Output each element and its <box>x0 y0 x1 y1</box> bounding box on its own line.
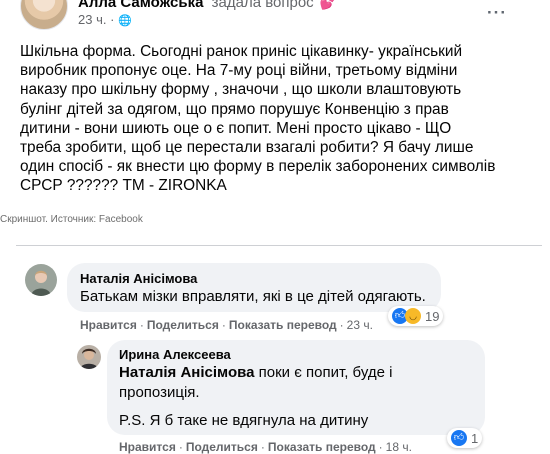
divider <box>16 245 542 246</box>
like-link[interactable]: Нравится <box>119 440 176 454</box>
share-link[interactable]: Поделиться <box>147 318 219 332</box>
reply-actions: Нравится · Поделиться · Показать перевод · 18 … <box>119 440 412 454</box>
post-header: Алла Саможська задала вопрос 💕 23 ч. · 🌐… <box>0 0 550 40</box>
reply-reactions[interactable]: 👍︎ 1 <box>447 428 483 448</box>
translate-link[interactable]: Показать перевод <box>229 318 337 332</box>
mention-link[interactable]: Наталія Анісімова <box>119 364 254 381</box>
commenter-avatar[interactable] <box>25 264 57 296</box>
globe-icon: 🌐 <box>118 15 132 27</box>
author-line: Алла Саможська задала вопрос 💕 <box>78 0 336 11</box>
share-link[interactable]: Поделиться <box>186 440 258 454</box>
reply-avatar[interactable] <box>77 345 101 369</box>
post-action-text: задала вопрос <box>211 0 314 11</box>
comment-actions: Нравится · Поделиться · Показать перевод · 23 … <box>80 318 373 332</box>
reply-text: Наталія Анісімова поки є попит, буде і п… <box>119 363 449 403</box>
reaction-count: 1 <box>471 430 479 446</box>
post-meta: 23 ч. · 🌐 <box>78 12 132 27</box>
like-reaction-icon: 👍︎ <box>451 430 467 446</box>
comment-time[interactable]: 23 ч. <box>347 318 373 332</box>
post-time[interactable]: 23 ч. <box>78 12 106 27</box>
comment-reactions[interactable]: 👍︎ ◡ 19 <box>388 306 444 326</box>
like-link[interactable]: Нравится <box>80 318 137 332</box>
more-options-button[interactable]: ··· <box>487 3 507 23</box>
comment-time[interactable]: 18 ч. <box>386 440 412 454</box>
screenshot-caption: Скриншот. Источник: Facebook <box>0 214 143 225</box>
translate-link[interactable]: Показать перевод <box>268 440 376 454</box>
heart-icon: 💕 <box>319 0 337 10</box>
author-avatar[interactable] <box>20 0 68 30</box>
comment-text: Батькам мізки вправляти, які в це дітей … <box>80 288 426 305</box>
reply-ps-text: P.S. Я б таке не вдягнула на дитину <box>119 412 369 429</box>
haha-reaction-icon: ◡ <box>405 308 421 324</box>
author-name[interactable]: Алла Саможська <box>78 0 203 11</box>
reaction-count: 19 <box>425 308 440 324</box>
reply-author[interactable]: Ирина Алексеева <box>119 347 231 362</box>
post-text: Шкільна форма. Сьогодні ранок приніс цік… <box>20 43 496 195</box>
comment-author[interactable]: Наталія Анісімова <box>80 271 197 286</box>
